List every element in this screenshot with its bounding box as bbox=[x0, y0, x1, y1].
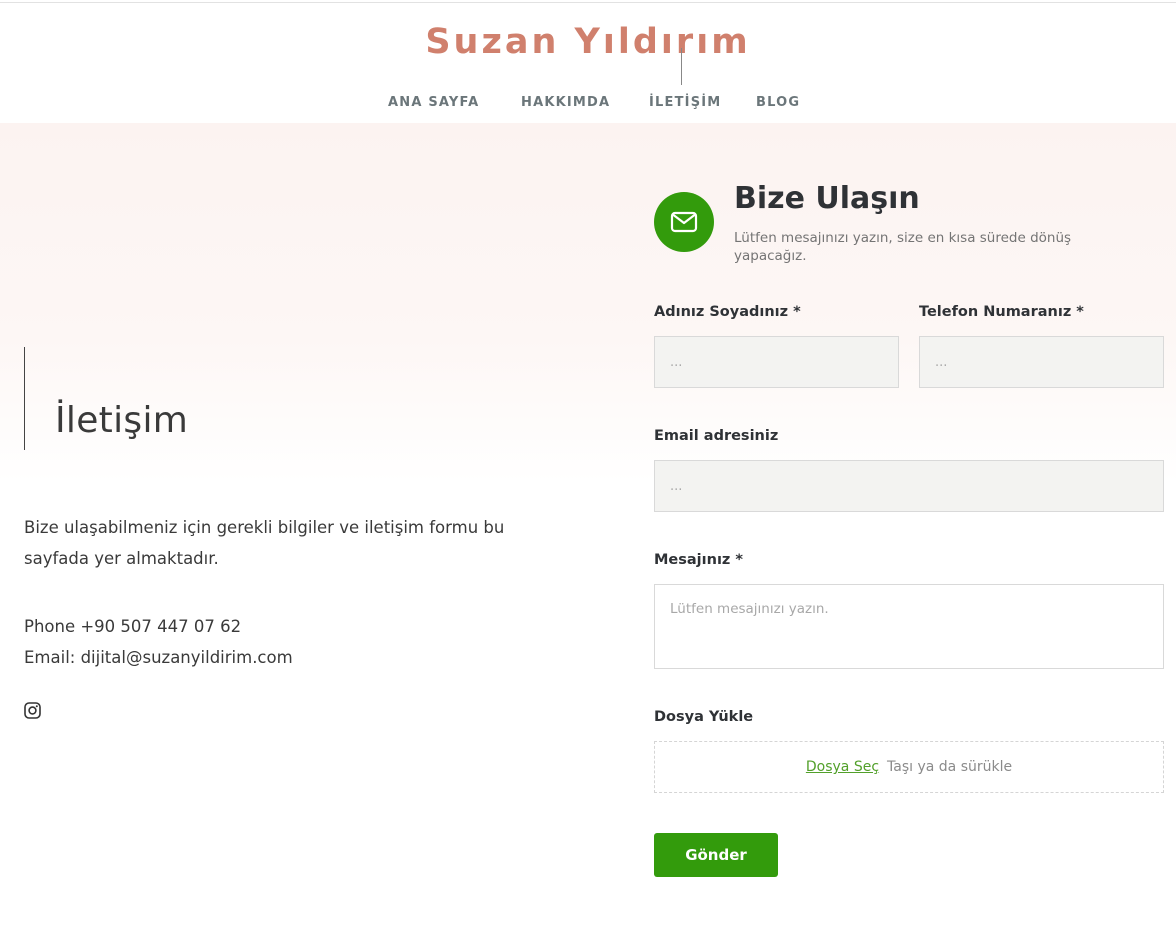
phone-text: Phone +90 507 447 07 62 bbox=[24, 617, 242, 636]
file-upload-label: Dosya Yükle bbox=[654, 709, 754, 725]
form-subtitle: Lütfen mesajınızı yazın, size en kısa sü… bbox=[734, 230, 1072, 264]
file-dropzone[interactable]: Dosya Seç Taşı ya da sürükle bbox=[654, 741, 1164, 793]
top-border-line bbox=[0, 2, 1176, 3]
form-title: Bize Ulaşın bbox=[734, 181, 920, 216]
main-nav: ANA SAYFA HAKKIMDA İLETİŞİM BLOG bbox=[0, 95, 1176, 113]
message-textarea[interactable] bbox=[654, 584, 1164, 669]
site-title[interactable]: Suzan Yıldırım bbox=[0, 22, 1176, 62]
nav-item-blog[interactable]: BLOG bbox=[756, 95, 800, 110]
active-nav-indicator bbox=[681, 48, 682, 85]
nav-item-about[interactable]: HAKKIMDA bbox=[521, 95, 610, 110]
choose-file-link[interactable]: Dosya Seç bbox=[806, 759, 879, 775]
phone-input[interactable] bbox=[919, 336, 1164, 388]
phone-label: Telefon Numaranız * bbox=[919, 304, 1084, 320]
email-label: Email adresiniz bbox=[654, 428, 779, 444]
email-text: Email: dijital@suzanyildirim.com bbox=[24, 648, 293, 667]
message-label: Mesajınız * bbox=[654, 552, 743, 568]
intro-text: Bize ulaşabilmeniz için gerekli bilgiler… bbox=[24, 518, 505, 568]
nav-item-contact[interactable]: İLETİŞİM bbox=[649, 95, 721, 110]
mail-icon bbox=[654, 192, 714, 252]
submit-button[interactable]: Gönder bbox=[654, 833, 778, 877]
drag-hint: Taşı ya da sürükle bbox=[887, 759, 1013, 775]
instagram-icon[interactable] bbox=[24, 702, 41, 719]
nav-item-home[interactable]: ANA SAYFA bbox=[388, 95, 479, 110]
email-input[interactable] bbox=[654, 460, 1164, 512]
name-label: Adınız Soyadınız * bbox=[654, 304, 801, 320]
page-title: İletişim bbox=[55, 400, 189, 441]
name-input[interactable] bbox=[654, 336, 899, 388]
heading-accent-bar bbox=[24, 347, 25, 450]
